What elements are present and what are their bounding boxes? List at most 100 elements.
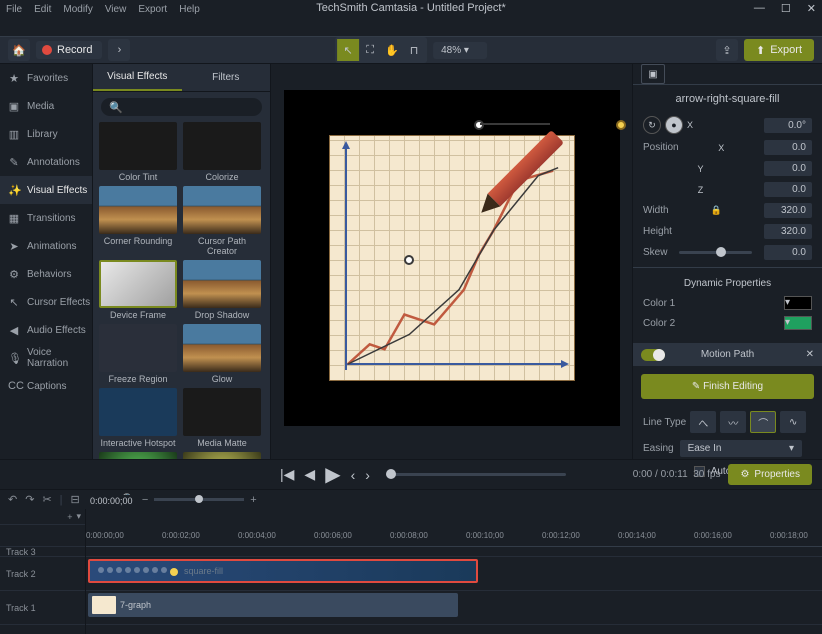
motion-handle-start[interactable]	[404, 255, 414, 265]
position-x-input[interactable]: 0.0	[764, 140, 812, 155]
record-button[interactable]: Record	[36, 41, 102, 59]
minimize-icon[interactable]: —	[754, 2, 765, 15]
effect-interactive-hotspot[interactable]: Interactive Hotspot	[99, 388, 177, 448]
zoom-select[interactable]: 48% ▾	[433, 42, 487, 59]
nav-icon: ↖	[8, 296, 20, 309]
skew-input[interactable]: 0.0	[764, 245, 812, 260]
media-props-icon[interactable]: ▣	[641, 64, 665, 84]
close-icon[interactable]: ✕	[807, 2, 816, 15]
effect-motion-blur[interactable]: Motion Blur	[99, 452, 177, 459]
effect-motion-path[interactable]: Motion Path	[183, 452, 261, 459]
effect-cursor-path-creator[interactable]: Cursor Path Creator	[183, 186, 261, 256]
nav-behaviors[interactable]: ⚙Behaviors	[0, 260, 92, 288]
properties-button[interactable]: ⚙Properties	[728, 464, 812, 485]
pan-tool[interactable]: ✋	[381, 39, 403, 61]
playback-scrubber[interactable]	[386, 473, 566, 476]
skew-slider[interactable]	[679, 251, 752, 254]
maximize-icon[interactable]: ☐	[781, 2, 791, 15]
clip-7-graph[interactable]: 7-graph	[88, 593, 458, 617]
magnet-tool[interactable]: ⊓	[403, 39, 425, 61]
position-z-input[interactable]: 0.0	[764, 182, 812, 197]
color2-swatch[interactable]: ▾	[784, 316, 812, 330]
timeline-ruler[interactable]: 0:00:00;000:00:02;000:00:04;000:00:06;00…	[86, 525, 822, 547]
effect-color-tint[interactable]: Color Tint	[99, 122, 177, 182]
track-1[interactable]: 7-graph	[86, 591, 822, 625]
home-button[interactable]: 🏠	[8, 39, 30, 61]
line-type-straight[interactable]: へ	[690, 411, 716, 433]
effect-colorize[interactable]: Colorize	[183, 122, 261, 182]
position-y-input[interactable]: 0.0	[764, 161, 812, 176]
height-input[interactable]: 320.0	[764, 224, 812, 239]
effect-device-frame[interactable]: Device Frame	[99, 260, 177, 320]
canvas[interactable]	[284, 90, 620, 426]
motion-path-toggle[interactable]	[641, 349, 665, 361]
effect-glow[interactable]: Glow	[183, 324, 261, 384]
nav-cursor-effects[interactable]: ↖Cursor Effects	[0, 288, 92, 316]
prev-button[interactable]: ◀	[304, 466, 315, 483]
track2-header[interactable]: Track 2	[0, 557, 85, 591]
export-button[interactable]: ⬆ Export	[744, 39, 814, 61]
play-button[interactable]: ▶	[325, 462, 340, 487]
forward-button[interactable]: ›	[108, 39, 130, 61]
track-2[interactable]: square-fill	[86, 557, 822, 591]
prev-frame-button[interactable]: |◀	[280, 466, 294, 483]
next-button[interactable]: ‹	[351, 467, 356, 483]
clip-motion-effect[interactable]: square-fill	[88, 559, 478, 583]
zoom-minus[interactable]: −	[142, 494, 148, 506]
undo-button[interactable]: ↶	[8, 493, 17, 506]
finish-editing-button[interactable]: ✎ Finish Editing	[641, 374, 814, 399]
nav-visual-effects[interactable]: ✨Visual Effects	[0, 176, 92, 204]
effect-drop-shadow[interactable]: Drop Shadow	[183, 260, 261, 320]
share-button[interactable]: ⇪	[716, 39, 738, 61]
next-frame-button[interactable]: ›	[365, 467, 370, 483]
menu-export[interactable]: Export	[138, 4, 167, 15]
nav-transitions[interactable]: ▦Transitions	[0, 204, 92, 232]
timeline-zoom-slider[interactable]	[154, 498, 244, 501]
zoom-plus[interactable]: +	[250, 494, 256, 506]
tab-visual-effects[interactable]: Visual Effects	[93, 64, 182, 91]
nav-audio-effects[interactable]: ◀Audio Effects	[0, 316, 92, 344]
nav-animations[interactable]: ➤Animations	[0, 232, 92, 260]
width-input[interactable]: 320.0	[764, 203, 812, 218]
menu-edit[interactable]: Edit	[34, 4, 51, 15]
color1-swatch[interactable]: ▾	[784, 296, 812, 310]
motion-handle-control[interactable]	[474, 120, 484, 130]
nav-captions[interactable]: CCCaptions	[0, 372, 92, 400]
menu-modify[interactable]: Modify	[63, 4, 92, 15]
effect-media-matte[interactable]: Media Matte	[183, 388, 261, 448]
redo-button[interactable]: ↷	[25, 493, 34, 506]
track1-header[interactable]: Track 1	[0, 591, 85, 625]
nav-favorites[interactable]: ★Favorites	[0, 64, 92, 92]
add-track-button[interactable]: +	[67, 512, 72, 522]
effect-corner-rounding[interactable]: Corner Rounding	[99, 186, 177, 256]
nav-voice-narration[interactable]: 🎙Voice Narration	[0, 344, 92, 372]
nav-annotations[interactable]: ✎Annotations	[0, 148, 92, 176]
rotation-input[interactable]: 0.0°	[764, 118, 812, 133]
easing-select[interactable]: Ease In ▾	[680, 440, 802, 457]
select-tool[interactable]: ↖	[337, 39, 359, 61]
track-3[interactable]	[86, 547, 822, 557]
nav-library[interactable]: ▥Library	[0, 120, 92, 148]
menu-view[interactable]: View	[105, 4, 127, 15]
nav-media[interactable]: ▣Media	[0, 92, 92, 120]
crop-tool[interactable]: ⛶	[359, 39, 381, 61]
motion-handle-end[interactable]	[616, 120, 626, 130]
lock-icon[interactable]: 🔒	[711, 205, 722, 216]
track-menu-button[interactable]: ▾	[76, 511, 81, 522]
menu-help[interactable]: Help	[179, 4, 200, 15]
close-section-icon[interactable]: ✕	[806, 349, 814, 360]
line-type-bezier[interactable]: ⌒	[750, 411, 776, 433]
rotation-z-icon[interactable]: ↻	[643, 116, 661, 134]
line-type-smooth[interactable]: ∿	[780, 411, 806, 433]
canvas-media[interactable]	[329, 135, 575, 381]
menu-file[interactable]: File	[6, 4, 22, 15]
track3-header[interactable]: Track 3	[0, 547, 85, 557]
effect-freeze-region[interactable]: Freeze Region	[99, 324, 177, 384]
rotation-y-icon[interactable]: ●	[665, 116, 683, 134]
cut-button[interactable]: ✂	[42, 493, 51, 506]
app-title: TechSmith Camtasia - Untitled Project*	[316, 2, 506, 14]
line-type-curve[interactable]: 〰	[720, 411, 746, 433]
search-input[interactable]: 🔍	[101, 98, 262, 116]
tab-filters[interactable]: Filters	[182, 64, 271, 91]
split-button[interactable]: ⊟	[71, 493, 80, 506]
